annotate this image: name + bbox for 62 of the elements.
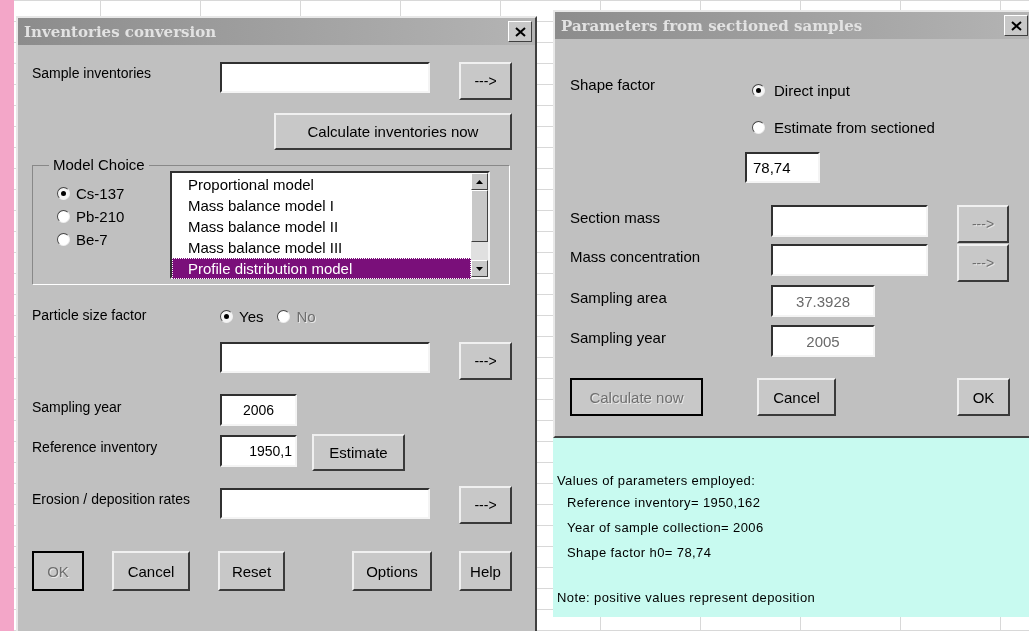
- scroll-thumb[interactable]: [471, 190, 488, 242]
- notes-heading: Values of parameters employed:: [557, 473, 757, 490]
- notes-line: Shape factor h0= 78,74: [566, 545, 713, 562]
- radio-indicator[interactable]: [752, 84, 765, 97]
- calculate-button[interactable]: Calculate inventories now: [274, 113, 512, 150]
- notes-footer: Note: positive values represent deposition: [557, 590, 1029, 605]
- field-label: Sampling year: [32, 398, 123, 415]
- input-field[interactable]: [220, 342, 430, 373]
- group-label: Model Choice: [49, 156, 149, 173]
- field-label: Section mass: [570, 208, 662, 226]
- dialog-button[interactable]: OK: [957, 378, 1010, 416]
- close-icon: [514, 26, 526, 37]
- field-label: Particle size factor: [32, 306, 148, 323]
- radio-indicator[interactable]: [57, 233, 70, 246]
- dialog-button[interactable]: Cancel: [757, 378, 836, 416]
- notes-line: Reference inventory= 1950,162: [566, 495, 762, 512]
- list-item[interactable]: Mass balance model II: [172, 216, 471, 237]
- input-field[interactable]: [771, 205, 928, 237]
- dialog-button[interactable]: Help: [459, 551, 512, 591]
- input-field[interactable]: [220, 62, 430, 93]
- radio-button[interactable]: Cs-137: [57, 185, 170, 202]
- input-field[interactable]: 78,74: [745, 152, 820, 183]
- arrow-button[interactable]: --->: [459, 62, 512, 100]
- arrow-button[interactable]: --->: [459, 486, 512, 524]
- arrow-button[interactable]: --->: [459, 342, 512, 380]
- radio-button[interactable]: Yes: [220, 308, 264, 325]
- dialog-button[interactable]: Options: [352, 551, 432, 591]
- radio-button[interactable]: Estimate from sectioned: [752, 119, 935, 136]
- list-item[interactable]: Proportional model: [172, 174, 471, 195]
- scrollbar[interactable]: [471, 173, 488, 277]
- radio-button[interactable]: Be-7: [57, 231, 170, 248]
- field-label: Reference inventory: [32, 438, 159, 455]
- input-field[interactable]: 2006: [220, 394, 297, 426]
- scroll-up-icon[interactable]: [471, 173, 488, 190]
- input-field[interactable]: 1950,1: [220, 435, 297, 467]
- window-title: Inventories conversion: [24, 22, 217, 41]
- notes-line: Year of sample collection= 2006: [566, 520, 765, 537]
- estimate-button[interactable]: Estimate: [312, 434, 405, 471]
- close-icon: [1010, 20, 1022, 31]
- field-label: Sampling year: [570, 328, 667, 346]
- list-item[interactable]: Profile distribution model: [172, 258, 471, 279]
- list-item[interactable]: Mass balance model I: [172, 195, 471, 216]
- field-label: Sample inventories: [32, 64, 153, 81]
- field-label: Shape factor: [570, 75, 657, 95]
- scroll-down-icon[interactable]: [471, 260, 488, 277]
- dialog-button[interactable]: Reset: [218, 551, 285, 591]
- dialog-button[interactable]: Cancel: [112, 551, 190, 591]
- radio-indicator[interactable]: [220, 310, 233, 323]
- input-field[interactable]: [771, 244, 928, 276]
- window-title: Parameters from sectioned samples: [561, 16, 863, 35]
- radio-button[interactable]: Pb-210: [57, 208, 170, 225]
- field-label: Sampling area: [570, 288, 668, 306]
- close-button[interactable]: [1004, 15, 1028, 36]
- input-field[interactable]: [220, 488, 430, 519]
- radio-indicator[interactable]: [57, 210, 70, 223]
- field-label: Mass concentration: [570, 247, 702, 265]
- radio-button[interactable]: Direct input: [752, 82, 935, 99]
- radio-indicator[interactable]: [57, 187, 70, 200]
- list-item[interactable]: Mass balance model III: [172, 237, 471, 258]
- close-button[interactable]: [508, 21, 532, 42]
- radio-indicator[interactable]: [752, 121, 765, 134]
- field-label: Erosion / deposition rates: [32, 490, 191, 509]
